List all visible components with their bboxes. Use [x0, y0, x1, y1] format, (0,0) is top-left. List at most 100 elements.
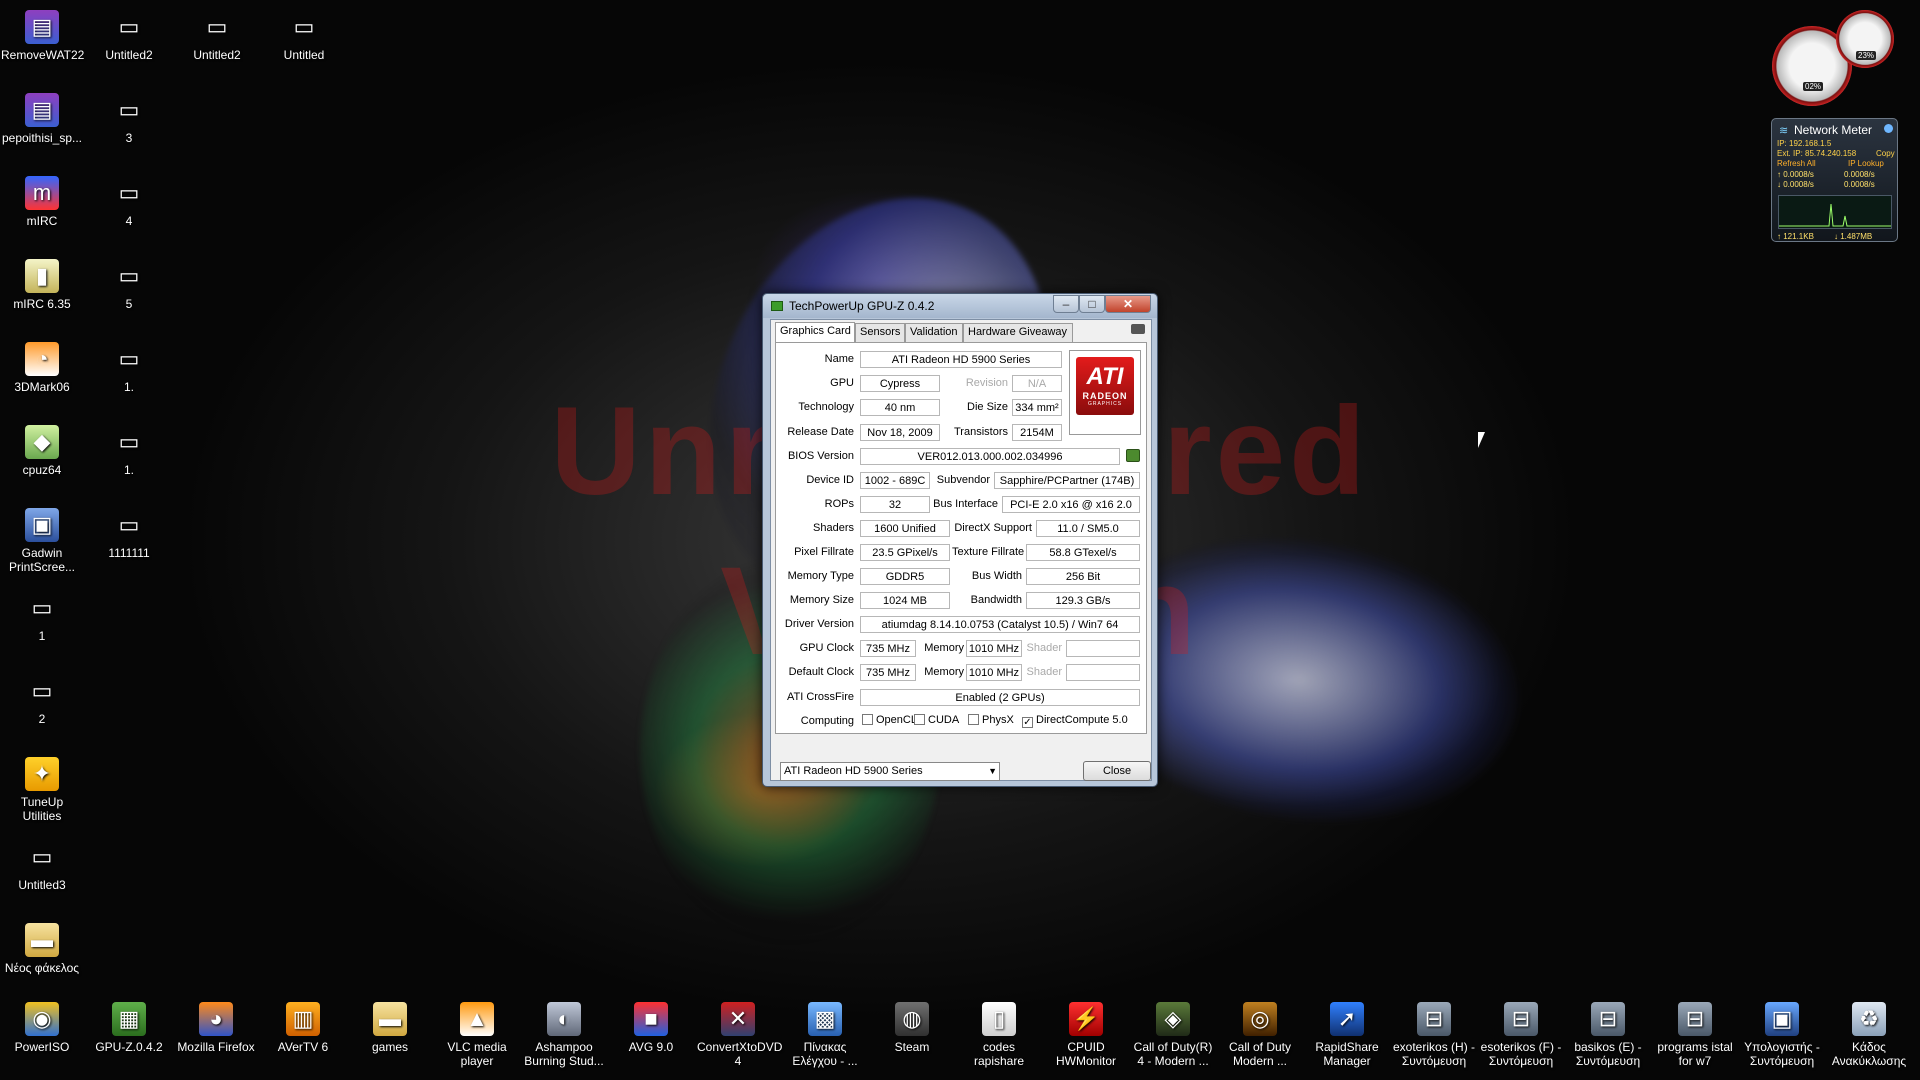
physx-checkbox[interactable]: PhysX [968, 714, 1014, 726]
gpu-select-dropdown[interactable]: ATI Radeon HD 5900 Series ▼ [780, 762, 1000, 781]
desktop-icon[interactable]: ◍ Steam [871, 1002, 953, 1054]
desktop-icon[interactable]: ▯ codes rapishare [958, 1002, 1040, 1068]
desktop-icon[interactable]: ▮ mIRC 6.35 [1, 259, 83, 311]
desktop-icon[interactable]: ◆ cpuz64 [1, 425, 83, 477]
opencl-checkbox[interactable]: OpenCL [862, 714, 917, 726]
desktop-icon[interactable]: ◎ Call of Duty Modern ... [1219, 1002, 1301, 1068]
label-memory-type: Memory Type [787, 570, 854, 582]
gpuz-window[interactable]: TechPowerUp GPU-Z 0.4.2 – □ ✕ Graphics C… [762, 293, 1158, 787]
desktop-icon[interactable]: ▭ 1. [88, 425, 170, 477]
refresh-all-link[interactable]: Refresh All [1777, 159, 1816, 168]
desktop-icon[interactable]: ▬ games [349, 1002, 431, 1054]
label-release-date: Release Date [787, 426, 854, 438]
copy-link[interactable]: Copy [1876, 149, 1895, 158]
desktop-icon-label: 1 [38, 629, 46, 643]
desktop-icon[interactable]: ◈ Call of Duty(R) 4 - Modern ... [1132, 1002, 1214, 1068]
desktop-icon-label: AVerTV 6 [277, 1040, 329, 1054]
desktop-icon[interactable]: ◔ 3DMark06 [1, 342, 83, 394]
gpuz-icon: ▦ [112, 1002, 146, 1036]
desktop-icon[interactable]: ▲ VLC media player [436, 1002, 518, 1068]
minimize-button[interactable]: – [1053, 295, 1079, 313]
desktop-icon[interactable]: ▬ Νέος φάκελος [1, 923, 83, 975]
tab-graphics-card[interactable]: Graphics Card [775, 322, 855, 342]
desktop-icon[interactable]: ▣ Gadwin PrintScree... [1, 508, 83, 574]
ip-lookup-link[interactable]: IP Lookup [1848, 159, 1884, 168]
desktop-icon-label: 3 [125, 131, 133, 145]
camera-icon[interactable] [1131, 324, 1145, 334]
desktop-icon-label: mIRC 6.35 [13, 297, 71, 311]
desktop-icon[interactable]: ◉ PowerISO [1, 1002, 83, 1054]
desktop-icon[interactable]: ▭ 1111111 [88, 508, 170, 560]
avg-icon: ■ [634, 1002, 668, 1036]
label-driver-version: Driver Version [784, 618, 854, 630]
desktop-icon[interactable]: ➚ RapidShare Manager [1306, 1002, 1388, 1068]
desktop-icon-label: Untitled [283, 48, 325, 62]
desktop-icon[interactable]: ▩ Πίνακας Ελέγχου - ... [784, 1002, 866, 1068]
desktop-icon[interactable]: ▭ 1. [88, 342, 170, 394]
network-meter-gadget[interactable]: ≋ Network Meter IP: 192.168.1.5 Ext. IP:… [1771, 118, 1898, 242]
desktop-icon[interactable]: ▭ Untitled2 [176, 10, 258, 62]
drive-shortcut-icon: ⊟ [1678, 1002, 1712, 1036]
drive-shortcut-icon: ⊟ [1504, 1002, 1538, 1036]
logo-sub: RADEON [1082, 391, 1128, 401]
cpu-meter-gadget[interactable]: 02% 23% [1770, 10, 1895, 106]
label-subvendor: Subvendor [936, 474, 990, 486]
desktop-icon[interactable]: ⊟ programs istal for w7 [1654, 1002, 1736, 1068]
desktop-icon[interactable]: ▭ Untitled2 [88, 10, 170, 62]
desktop-icon[interactable]: ▭ 1 [1, 591, 83, 643]
desktop-icon[interactable]: ⊟ exoterikos (H) - Συντόμευση [1393, 1002, 1475, 1068]
desktop-icon[interactable]: ▤ RemoveWAT22 [1, 10, 84, 62]
value-gpu-clock: 735 MHz [860, 640, 916, 657]
desktop-icon[interactable]: ▭ 4 [88, 176, 170, 228]
close-button[interactable]: Close [1083, 761, 1151, 781]
label-default-clock: Default Clock [788, 666, 854, 678]
label-computing: Computing [800, 715, 854, 727]
tuneup-icon: ✦ [25, 757, 59, 791]
desktop-icon[interactable]: ⚡ CPUID HWMonitor [1045, 1002, 1127, 1068]
external-ip: Ext. IP: 85.74.240.158 [1777, 149, 1857, 158]
desktop-icon[interactable]: ⊟ basikos (E) - Συντόμευση [1567, 1002, 1649, 1068]
desktop-icon-label: exoterikos (H) - Συντόμευση [1393, 1040, 1476, 1068]
desktop-icon[interactable]: ♻ Κάδος Ανακύκλωσης [1828, 1002, 1910, 1068]
desktop-icon[interactable]: ▥ AVerTV 6 [262, 1002, 344, 1054]
cod-mw-icon: ◎ [1243, 1002, 1277, 1036]
desktop-icon[interactable]: ▣ Υπολογιστής - Συντόμευση [1741, 1002, 1823, 1068]
image-file-icon: ▭ [118, 512, 140, 537]
desktop-icon[interactable]: ◕ Mozilla Firefox [175, 1002, 257, 1054]
desktop-icon[interactable]: m mIRC [1, 176, 83, 228]
tab-sensors[interactable]: Sensors [855, 323, 905, 342]
tab-validation[interactable]: Validation [905, 323, 963, 342]
gpuz-app-icon [771, 301, 783, 311]
drive-shortcut-icon: ⊟ [1417, 1002, 1451, 1036]
desktop-icon[interactable]: ▤ pepoithisi_sp... [1, 93, 83, 145]
desktop-icon[interactable]: ✦ TuneUp Utilities [1, 757, 83, 823]
desktop-icon[interactable]: ■ AVG 9.0 [610, 1002, 692, 1054]
desktop-icon[interactable]: ▭ 5 [88, 259, 170, 311]
ram-usage-value: 23% [1856, 51, 1877, 60]
cuda-checkbox[interactable]: CUDA [914, 714, 959, 726]
desktop-icon[interactable]: ⊟ esoterikos (F) - Συντόμευση [1480, 1002, 1562, 1068]
desktop-icon-label: Untitled2 [193, 48, 241, 62]
network-meter-title: Network Meter [1794, 123, 1873, 137]
image-file-icon: ▭ [118, 429, 140, 454]
directcompute-checkbox[interactable]: ✓ DirectCompute 5.0 [1022, 714, 1128, 728]
label-pixel-fillrate: Pixel Fillrate [794, 546, 854, 558]
desktop-icon[interactable]: ▭ 3 [88, 93, 170, 145]
desktop-icon[interactable]: ▦ GPU-Z.0.4.2 [88, 1002, 170, 1054]
upload-speed: ↑ 0.0008/s [1777, 170, 1814, 179]
maximize-button[interactable]: □ [1079, 295, 1105, 313]
desktop-icon-label: Νέος φάκελος [4, 961, 80, 975]
tab-hardware-giveaway[interactable]: Hardware Giveaway [963, 323, 1073, 342]
desktop-icon[interactable]: ◐ Ashampoo Burning Stud... [523, 1002, 605, 1068]
bios-save-icon[interactable] [1126, 449, 1140, 462]
title-bar[interactable]: TechPowerUp GPU-Z 0.4.2 – □ ✕ [763, 294, 1157, 318]
value-pixel-fillrate: 23.5 GPixel/s [860, 544, 950, 561]
desktop-icon[interactable]: ✕ ConvertXtoDVD 4 [697, 1002, 782, 1068]
desktop-icon[interactable]: ▭ 2 [1, 674, 83, 726]
info-icon[interactable] [1884, 124, 1893, 133]
desktop-icon[interactable]: ▭ Untitled3 [1, 840, 83, 892]
desktop-icon-label: 1. [123, 463, 134, 477]
desktop-icon[interactable]: ▭ Untitled [263, 10, 345, 62]
close-window-button[interactable]: ✕ [1105, 295, 1151, 313]
window-client: Graphics Card Sensors Validation Hardwar… [770, 319, 1152, 781]
